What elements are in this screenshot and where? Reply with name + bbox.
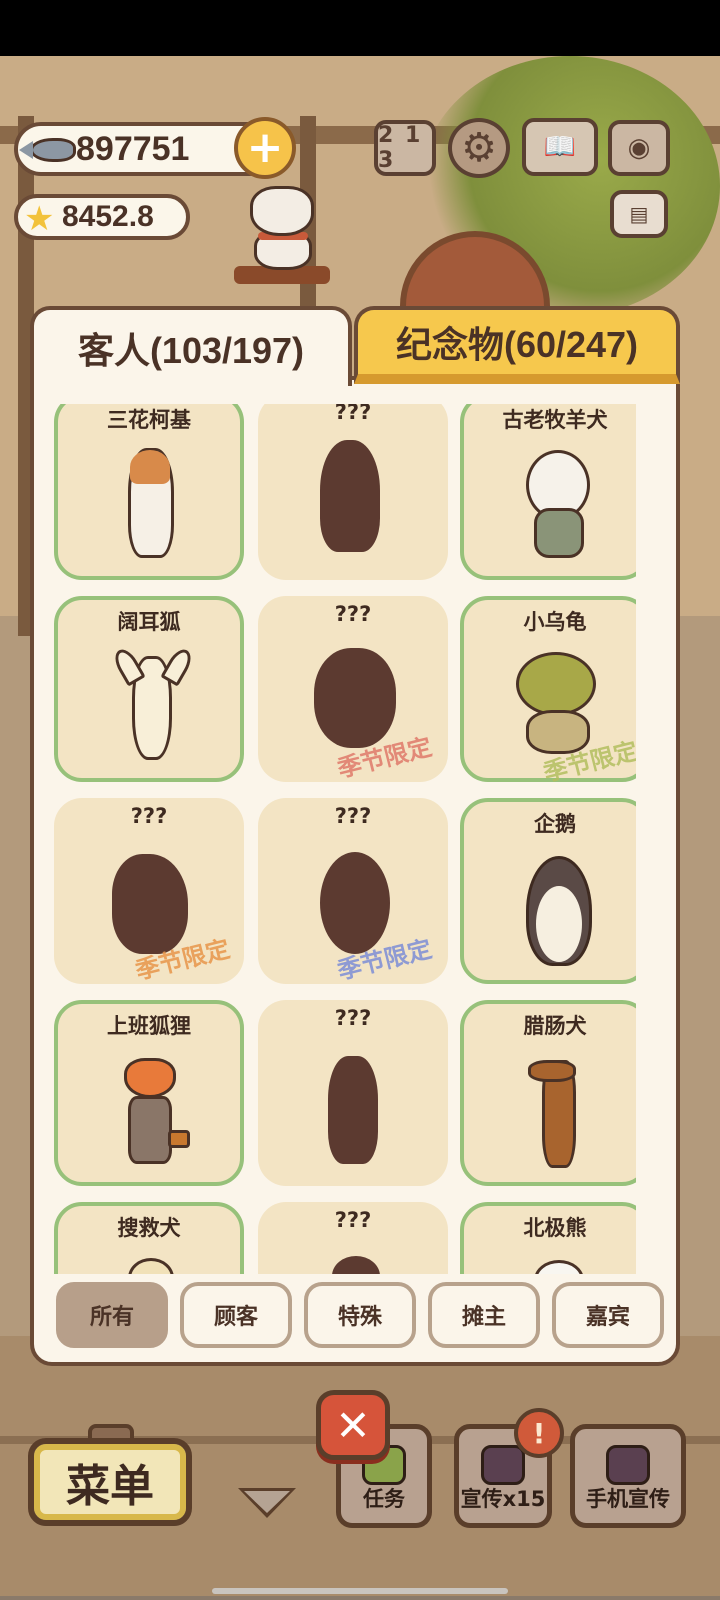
home-indicator[interactable] xyxy=(212,1588,508,1594)
star-count: 8452.8 xyxy=(62,200,154,233)
close-button[interactable]: ✕ xyxy=(316,1390,390,1460)
guest-card[interactable]: ??? xyxy=(258,404,448,580)
unknown-guest-silhouette xyxy=(112,854,188,954)
lucky-cat-statue xyxy=(234,186,330,284)
guest-card[interactable]: 腊肠犬 xyxy=(460,1000,636,1186)
guest-name: 北极熊 xyxy=(523,1216,587,1240)
flyer-icon xyxy=(481,1445,525,1485)
guest-card[interactable]: 三花柯基 xyxy=(54,404,244,580)
turtle-illustration xyxy=(516,652,596,716)
guest-card[interactable]: 搜救犬 xyxy=(54,1202,244,1274)
tab-guests[interactable]: 客人(103/197) xyxy=(30,306,352,386)
polar-bear-illustration xyxy=(534,1260,584,1274)
guest-name: 三花柯基 xyxy=(107,408,191,432)
newspaper-icon[interactable]: ▤ xyxy=(610,190,668,238)
guest-name: 上班狐狸 xyxy=(107,1014,191,1038)
promotion-label: 宣传x15 xyxy=(460,1487,546,1511)
filter-guests-button[interactable]: 嘉宾 xyxy=(552,1282,664,1348)
guest-name: 古老牧羊犬 xyxy=(502,408,608,432)
alert-badge: ! xyxy=(514,1408,564,1458)
guest-name: ??? xyxy=(334,1208,372,1232)
guest-grid[interactable]: 三花柯基 ??? 古老牧羊犬 阔耳狐 ??? 季节限定 小乌龟 季节限定 ???… xyxy=(24,404,636,1274)
status-bar xyxy=(0,0,720,56)
guest-card[interactable]: ??? xyxy=(258,1202,448,1274)
phone-icon xyxy=(606,1445,650,1485)
unknown-guest-silhouette xyxy=(332,1256,380,1274)
leaderboard-glyph: 2 1 3 xyxy=(378,123,423,173)
guest-name: ??? xyxy=(334,404,372,424)
task-label: 任务 xyxy=(363,1487,405,1511)
filter-special-button[interactable]: 特殊 xyxy=(304,1282,416,1348)
newspaper-glyph: ▤ xyxy=(629,202,649,226)
unknown-guest-silhouette xyxy=(320,440,380,552)
rescue-dog-illustration xyxy=(128,1258,174,1274)
floor-edge xyxy=(0,1596,720,1600)
add-fish-button[interactable]: + xyxy=(234,117,296,179)
phone-promotion-label: 手机宣传 xyxy=(586,1487,670,1511)
guestbook-icon[interactable]: 📖 xyxy=(522,118,598,176)
star-currency-display: ★ 8452.8 xyxy=(14,194,190,240)
guest-card[interactable]: ??? xyxy=(258,1000,448,1186)
fish-icon xyxy=(19,138,76,162)
guest-name: ??? xyxy=(334,602,372,626)
guest-card[interactable]: ??? 季节限定 xyxy=(258,798,448,985)
guest-card[interactable]: 企鹅 xyxy=(460,798,636,984)
filter-vendors-button[interactable]: 摊主 xyxy=(428,1282,540,1348)
menu-button[interactable]: 菜单 xyxy=(28,1438,192,1526)
filter-customers-button[interactable]: 顾客 xyxy=(180,1282,292,1348)
guest-name: ??? xyxy=(334,804,372,828)
guest-card[interactable]: 小乌龟 季节限定 xyxy=(460,596,636,787)
gear-icon[interactable]: ⚙ xyxy=(448,118,510,178)
guest-name: ??? xyxy=(334,1006,372,1030)
camera-icon[interactable]: ◉ xyxy=(608,120,670,176)
guest-card[interactable]: 上班狐狸 xyxy=(54,1000,244,1186)
guest-name: ??? xyxy=(130,804,168,828)
star-icon: ★ xyxy=(24,199,55,239)
guest-filter-bar: 所有 顾客 特殊 摊主 嘉宾 xyxy=(56,1282,666,1348)
guest-name: 搜救犬 xyxy=(117,1216,181,1240)
guest-name: 企鹅 xyxy=(534,812,576,836)
collapse-arrow-icon[interactable] xyxy=(238,1488,296,1524)
unknown-guest-silhouette xyxy=(320,852,390,954)
filter-all-button[interactable]: 所有 xyxy=(56,1282,168,1348)
guest-card[interactable]: ??? 季节限定 xyxy=(258,596,448,783)
unknown-guest-silhouette xyxy=(314,648,396,748)
unknown-guest-silhouette xyxy=(328,1056,378,1164)
guest-card[interactable]: 阔耳狐 xyxy=(54,596,244,782)
guest-name: 小乌龟 xyxy=(523,610,587,634)
phone-promotion-button[interactable]: 手机宣传 xyxy=(570,1424,686,1528)
guest-card[interactable]: 北极熊 xyxy=(460,1202,636,1274)
guest-name: 阔耳狐 xyxy=(117,610,181,634)
fish-count: 897751 xyxy=(76,129,190,168)
leaderboard-icon[interactable]: 2 1 3 xyxy=(374,120,436,176)
guest-card[interactable]: 古老牧羊犬 xyxy=(460,404,636,580)
guest-name: 腊肠犬 xyxy=(523,1014,587,1038)
guest-card[interactable]: ??? 季节限定 xyxy=(54,798,244,985)
tab-souvenirs[interactable]: 纪念物(60/247) xyxy=(354,306,680,384)
office-fox-illustration xyxy=(124,1058,176,1098)
